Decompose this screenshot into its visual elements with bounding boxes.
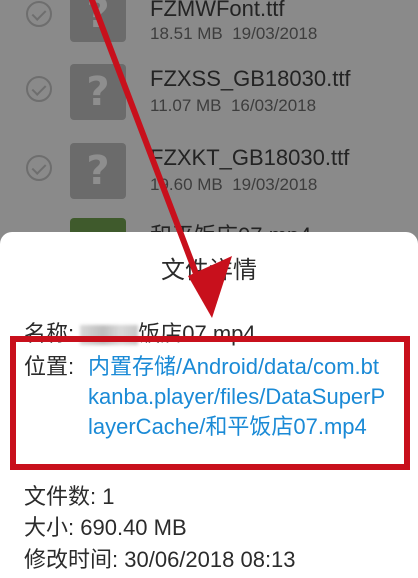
file-meta: 19.60 MB 19/03/2018 bbox=[150, 175, 317, 195]
file-name: FZXKT_GB18030.ttf bbox=[150, 145, 350, 170]
checkbox[interactable] bbox=[26, 1, 52, 27]
count-row: 文件数: 1 bbox=[24, 479, 115, 511]
size-row: 大小: 690.40 MB bbox=[24, 510, 187, 542]
file-date: 19/03/2018 bbox=[232, 24, 318, 43]
modified-row: 修改时间: 30/06/2018 08:13 bbox=[24, 542, 296, 574]
file-meta: 18.51 MB 19/03/2018 bbox=[150, 24, 317, 44]
file-size: 18.51 MB bbox=[150, 24, 223, 43]
redacted-text bbox=[80, 325, 139, 346]
list-item[interactable]: ? FZMWFont.ttf 18.51 MB 19/03/2018 bbox=[0, 0, 418, 44]
file-name: FZMWFont.ttf bbox=[150, 0, 285, 21]
modified-label: 修改时间: bbox=[24, 547, 119, 572]
file-date: 19/03/2018 bbox=[232, 175, 318, 194]
list-item[interactable]: ? FZXKT_GB18030.ttf 19.60 MB 19/03/2018 bbox=[0, 133, 418, 219]
file-icon: ? bbox=[70, 0, 126, 42]
list-item[interactable]: ? FZXSS_GB18030.ttf 11.07 MB 16/03/2018 bbox=[0, 52, 418, 138]
file-meta: 11.07 MB 16/03/2018 bbox=[150, 96, 316, 116]
name-label: 名称: bbox=[24, 321, 75, 346]
checkbox[interactable] bbox=[26, 76, 52, 102]
name-row: 名称: 饭店07.mp4 bbox=[24, 316, 256, 348]
file-size: 11.07 MB bbox=[150, 96, 222, 115]
count-value: 1 bbox=[102, 484, 115, 509]
file-name: FZXSS_GB18030.ttf bbox=[150, 66, 351, 91]
file-size: 19.60 MB bbox=[150, 175, 223, 194]
dialog-title: 文件详情 bbox=[161, 257, 257, 284]
count-label: 文件数: bbox=[24, 484, 97, 509]
file-icon: ? bbox=[70, 64, 126, 120]
modified-value: 30/06/2018 08:13 bbox=[124, 547, 296, 572]
name-value: 饭店07.mp4 bbox=[138, 321, 256, 346]
file-date: 16/03/2018 bbox=[230, 96, 317, 115]
location-label: 位置: bbox=[24, 354, 75, 379]
location-link[interactable]: 内置存储/Android/data/com.btkanba.player/fil… bbox=[88, 352, 388, 442]
size-label: 大小: bbox=[24, 515, 75, 540]
size-value: 690.40 MB bbox=[80, 515, 187, 540]
file-details-dialog: 文件详情 名称: 饭店07.mp4 位置: 内置存储/Android/data/… bbox=[0, 232, 418, 578]
file-icon: ? bbox=[70, 143, 126, 199]
checkbox[interactable] bbox=[26, 155, 52, 181]
